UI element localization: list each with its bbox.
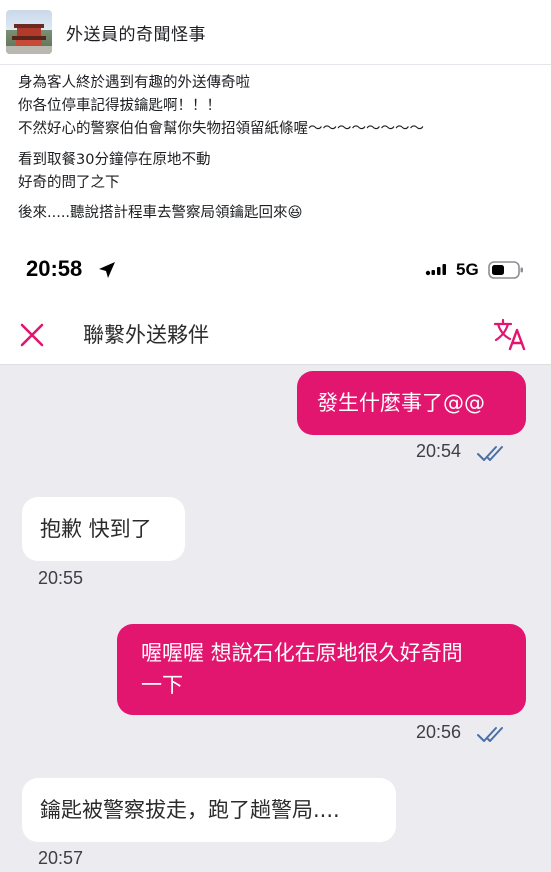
- post-text-line: 你各位停車記得拔鑰匙啊！！！: [18, 98, 221, 114]
- message-time: 20:54: [416, 441, 462, 461]
- post-text-line: 不然好心的警察伯伯會幫你失物招領留紙條喔～～～～～～～～: [18, 121, 424, 137]
- post-text-line: 好奇的問了之下: [18, 175, 120, 191]
- post-text-line: 後來.....聽說搭計程車去警察局領鑰匙回來😆: [18, 205, 303, 221]
- message-text-line: 一下: [141, 673, 183, 697]
- group-avatar[interactable]: [6, 10, 52, 54]
- chat-title: 聯繫外送夥伴: [83, 323, 209, 347]
- post-body: 身為客人終於遇到有趣的外送傳奇啦 你各位停車記得拔鑰匙啊！！！ 不然好心的警察伯…: [0, 65, 551, 236]
- read-receipt-icon: [477, 446, 503, 461]
- close-icon[interactable]: [18, 321, 46, 349]
- outgoing-message-bubble[interactable]: 發生什麼事了@@: [297, 371, 526, 435]
- message-time: 20:57: [38, 848, 84, 868]
- status-bar: 20:58 5G: [0, 236, 551, 304]
- post-text-line: 看到取餐30分鐘停在原地不動: [18, 152, 211, 168]
- chat-header: 聯繫外送夥伴: [0, 304, 551, 365]
- post-text-line: 身為客人終於遇到有趣的外送傳奇啦: [18, 75, 250, 91]
- phone-screenshot: 20:58 5G 聯繫外送夥伴 發生什麼事了@@ 20:54 抱歉 快到了 20…: [0, 236, 551, 872]
- location-arrow-icon: [99, 262, 115, 278]
- message-time: 20:55: [38, 568, 84, 588]
- read-receipt-icon: [477, 727, 503, 742]
- message-text: 鑰匙被警察拔走，跑了趟警局....: [40, 798, 340, 822]
- message-time: 20:56: [416, 722, 462, 742]
- incoming-message-bubble[interactable]: 抱歉 快到了: [22, 497, 185, 561]
- message-text: 發生什麼事了@@: [317, 391, 485, 415]
- status-time: 20:58: [26, 256, 83, 281]
- outgoing-message-bubble[interactable]: 喔喔喔 想說石化在原地很久好奇問 一下: [117, 624, 526, 715]
- message-text-line: 喔喔喔 想說石化在原地很久好奇問: [141, 641, 463, 665]
- translate-icon[interactable]: [492, 316, 528, 352]
- network-label: 5G: [456, 260, 479, 279]
- post-header: 外送員的奇聞怪事: [0, 0, 551, 65]
- temple-image-icon: [6, 24, 52, 54]
- signal-icon: [425, 264, 446, 276]
- message-text: 抱歉 快到了: [40, 517, 152, 541]
- incoming-message-bubble[interactable]: 鑰匙被警察拔走，跑了趟警局....: [22, 778, 396, 842]
- group-name[interactable]: 外送員的奇聞怪事: [66, 20, 206, 45]
- battery-icon: [488, 261, 523, 279]
